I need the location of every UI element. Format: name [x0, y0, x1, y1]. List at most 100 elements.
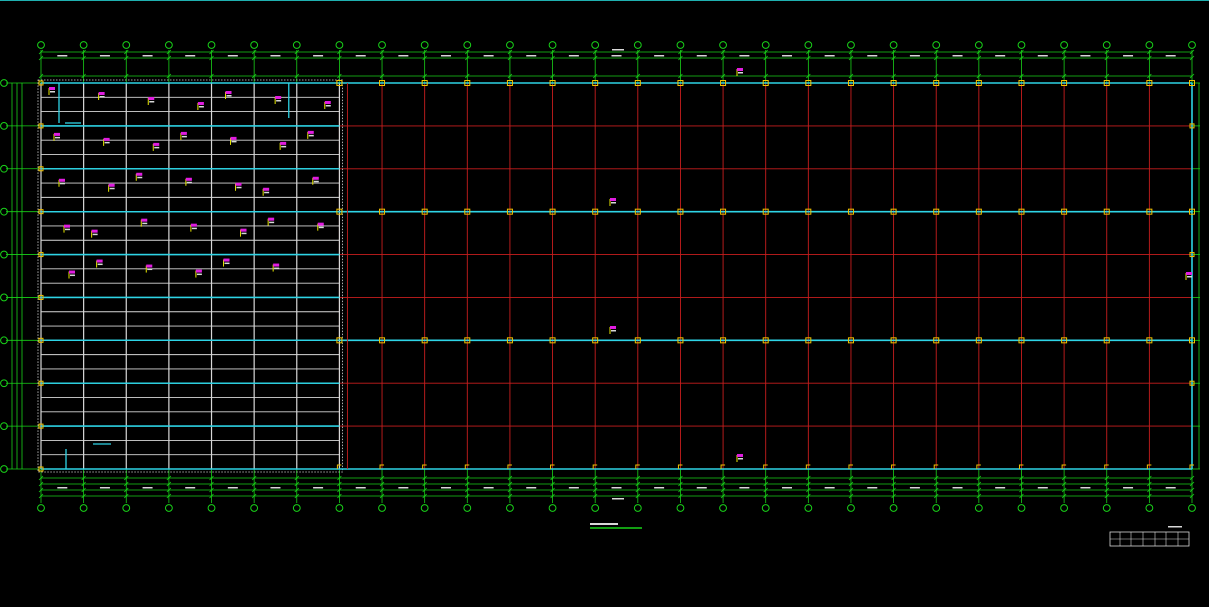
axis-bubble-bottom	[122, 504, 131, 512]
flag-banner	[108, 183, 115, 187]
dim-text-mark	[227, 487, 238, 489]
axis-bubble-top	[378, 41, 386, 49]
flag-label	[109, 187, 115, 190]
flag-banner	[317, 222, 324, 226]
dim-text-mark	[1165, 55, 1176, 57]
dim-text-mark	[568, 55, 579, 57]
dim-text-mark	[1080, 487, 1091, 489]
dim-text-mark	[909, 487, 920, 489]
flag-banner	[275, 96, 282, 99]
grid-axis-bubbles	[0, 41, 1196, 512]
flag-banner	[197, 102, 204, 105]
flag-banner	[59, 178, 65, 182]
table-caption-mark	[1168, 526, 1182, 528]
axis-bubble-top	[79, 41, 88, 49]
dim-text-mark	[270, 487, 281, 489]
axis-bubble-top	[463, 41, 472, 49]
dim-total-mark-top	[612, 49, 624, 51]
flag-banner	[54, 132, 60, 136]
axis-bubble-bottom	[37, 504, 45, 512]
flag-banner	[136, 172, 143, 176]
flag-label	[186, 181, 192, 184]
axis-bubble-bottom	[378, 504, 386, 512]
axis-bubble-top	[676, 41, 685, 49]
dim-text-mark	[909, 55, 920, 57]
cad-drawing-canvas[interactable]	[0, 0, 1209, 607]
flag-banner	[737, 454, 743, 457]
axis-bubble-bottom	[1145, 504, 1154, 512]
flag-banner	[280, 141, 287, 145]
dim-text-mark	[440, 487, 451, 489]
axis-bubble-bottom	[847, 504, 855, 512]
axis-bubble-bottom	[1060, 504, 1069, 512]
flag-banner	[240, 228, 247, 232]
dim-text-mark	[313, 55, 324, 57]
dim-text-mark	[824, 55, 835, 57]
axis-bubble-top	[889, 41, 898, 49]
flag-label	[276, 100, 282, 102]
dim-text-mark	[142, 55, 153, 57]
dense-zone-beams	[37, 79, 343, 473]
dim-text-mark	[739, 55, 750, 57]
flag-label	[104, 141, 110, 144]
axis-bubble-bottom	[79, 504, 88, 512]
dim-text-mark	[696, 55, 707, 57]
axis-bubble-top	[122, 41, 131, 49]
axis-bubble-bottom	[463, 504, 472, 512]
flag-banner	[235, 182, 242, 186]
dim-text-mark	[782, 55, 793, 57]
dim-text-mark	[867, 55, 878, 57]
flag-label	[325, 105, 331, 107]
flag-label	[226, 95, 232, 97]
flag-banner	[225, 91, 232, 94]
annotation-flags	[48, 68, 1192, 462]
dim-text-mark	[227, 55, 238, 57]
flag-banner	[737, 68, 743, 71]
axis-bubble-bottom	[974, 504, 983, 512]
axis-bubble-bottom	[719, 504, 727, 512]
flag-banner	[307, 130, 314, 134]
dim-text-mark	[611, 55, 622, 57]
flag-label	[92, 233, 98, 236]
dim-text-mark	[568, 487, 579, 489]
flag-label	[149, 101, 155, 103]
axis-bubble-top	[420, 41, 429, 49]
flag-banner	[91, 229, 98, 233]
axis-bubble-top	[847, 41, 855, 49]
dim-text-mark	[867, 487, 878, 489]
axis-bubble-top	[506, 41, 514, 49]
flag-label	[264, 191, 270, 194]
flag-banner	[49, 87, 55, 90]
dim-text-mark	[654, 55, 665, 57]
dim-text-mark	[483, 55, 494, 57]
red-grid-lines	[338, 82, 1193, 470]
flag-label	[70, 274, 75, 277]
axis-bubble-bottom	[932, 504, 941, 512]
flag-label	[65, 228, 70, 231]
dim-total-mark-bottom	[612, 498, 624, 500]
axis-bubble-top	[164, 41, 173, 49]
flag-label	[55, 136, 60, 139]
dim-text-mark	[696, 487, 707, 489]
flag-banner	[263, 187, 270, 191]
flag-banner	[223, 258, 230, 262]
dim-text-mark	[483, 487, 494, 489]
flag-banner	[103, 137, 110, 141]
flag-label	[147, 268, 153, 271]
dim-text-mark	[99, 55, 110, 57]
flag-label	[1187, 276, 1192, 278]
axis-bubble-bottom	[548, 504, 557, 512]
dim-text-mark	[1037, 55, 1048, 57]
flag-label	[181, 135, 187, 138]
flag-label	[60, 182, 65, 185]
axis-bubble-bottom	[292, 504, 301, 512]
flag-banner	[324, 101, 331, 104]
dim-text-mark	[1080, 55, 1091, 57]
flag-label	[99, 96, 105, 98]
flag-label	[611, 330, 616, 332]
dim-text-mark	[1123, 55, 1134, 57]
axis-bubble-bottom	[335, 504, 344, 512]
axis-bubble-bottom	[250, 504, 259, 512]
flag-label	[142, 222, 148, 225]
axis-bubble-bottom	[889, 504, 898, 512]
